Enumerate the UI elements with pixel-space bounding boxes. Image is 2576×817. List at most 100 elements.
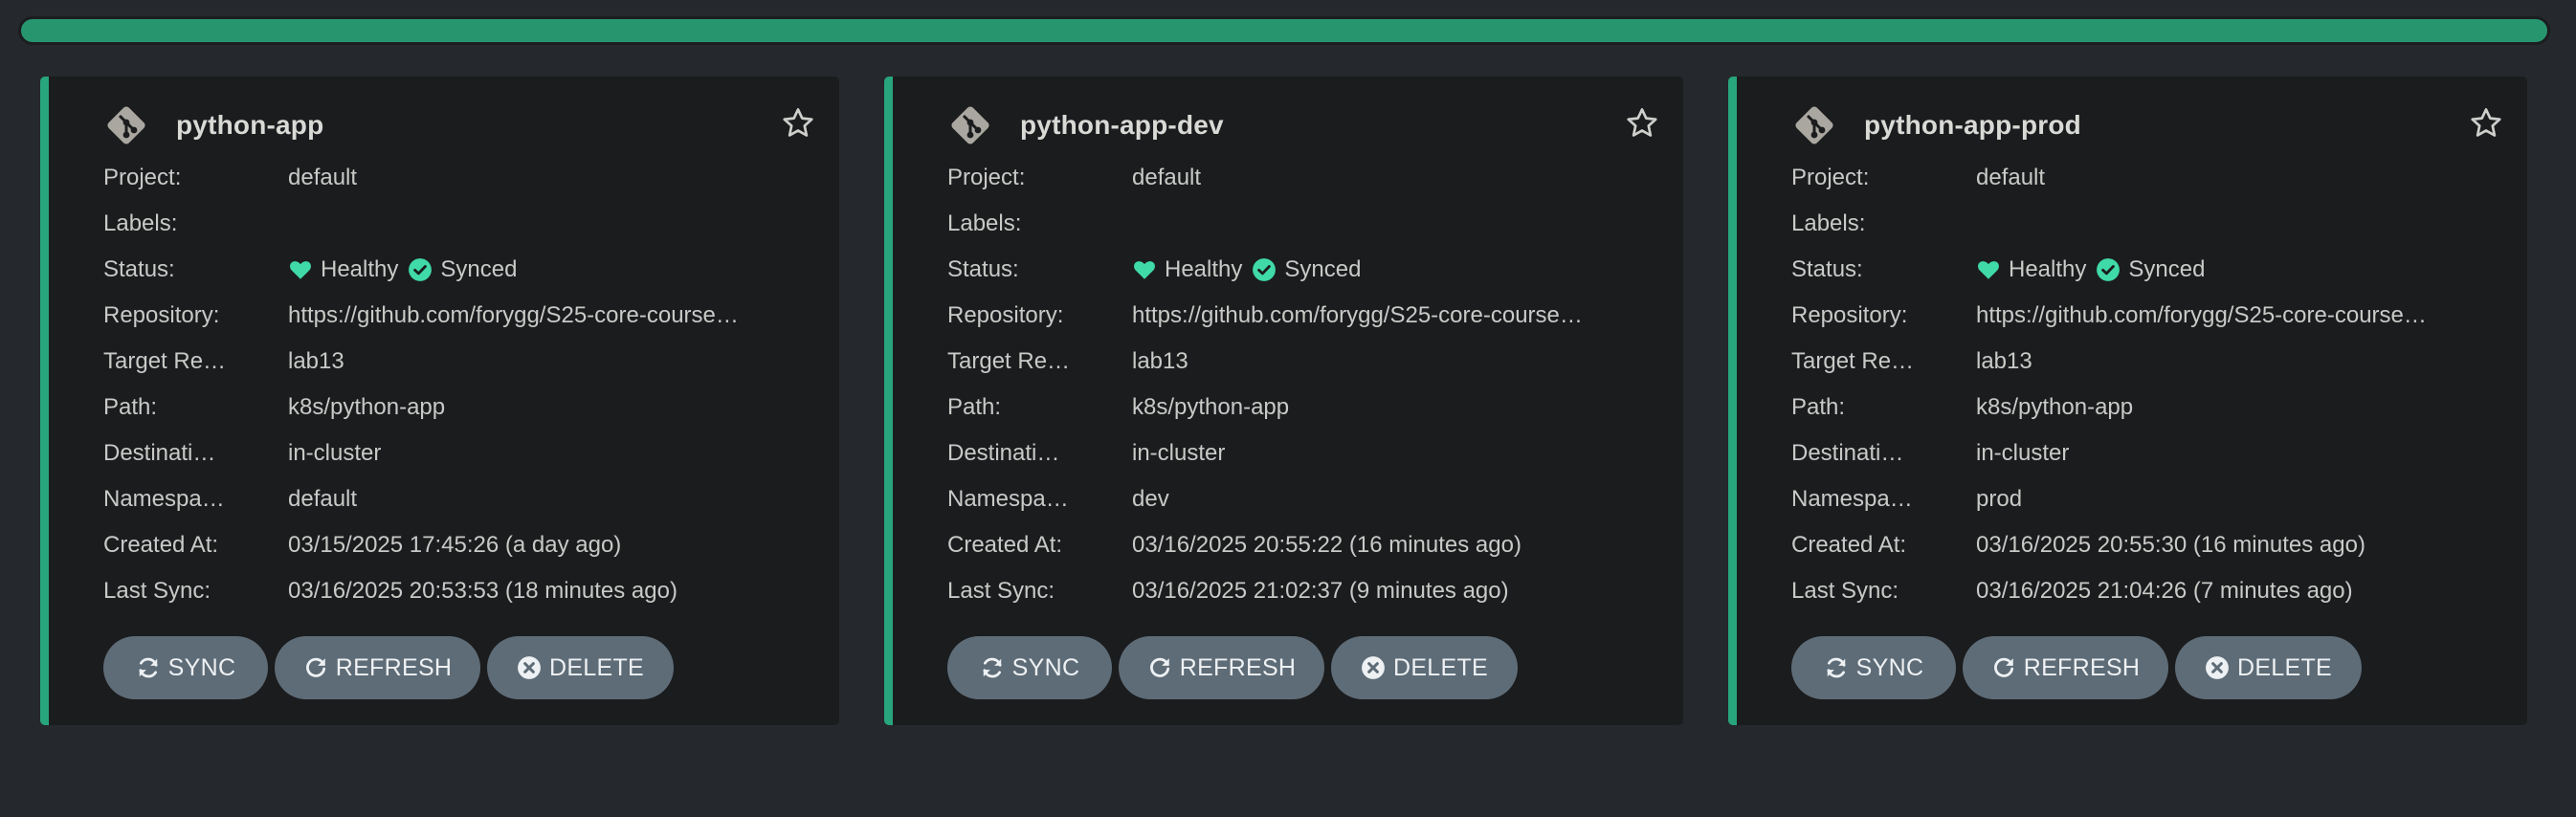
repository-row: Repository: https://github.com/forygg/S2… bbox=[1791, 293, 2499, 339]
app-details: Project: default Labels: Status: Healthy bbox=[1791, 155, 2499, 614]
path-row: Path: k8s/python-app bbox=[1791, 385, 2499, 431]
destination-value: in-cluster bbox=[1976, 440, 2070, 466]
app-name[interactable]: python-app bbox=[176, 110, 323, 141]
repository-link[interactable]: https://github.com/forygg/S25-core-cours… bbox=[1976, 302, 2499, 329]
sync-icon bbox=[1827, 657, 1846, 678]
field-label: Labels: bbox=[103, 210, 178, 236]
field-label: Project: bbox=[103, 165, 182, 190]
destination-row: Destinati… in-cluster bbox=[103, 431, 811, 476]
repository-link[interactable]: https://github.com/forygg/S25-core-cours… bbox=[288, 302, 811, 329]
created-at-row: Created At: 03/16/2025 20:55:22 (16 minu… bbox=[947, 522, 1655, 568]
destination-row: Destinati… in-cluster bbox=[947, 431, 1655, 476]
field-label: Namespa… bbox=[947, 486, 1069, 512]
last-sync-value: 03/16/2025 21:04:26 (7 minutes ago) bbox=[1976, 578, 2353, 604]
field-label: Destinati… bbox=[103, 440, 216, 466]
path-row: Path: k8s/python-app bbox=[947, 385, 1655, 431]
sync-button[interactable]: SYNC bbox=[947, 636, 1112, 699]
field-label: Namespa… bbox=[1791, 486, 1913, 512]
git-icon bbox=[107, 106, 145, 144]
app-name[interactable]: python-app-prod bbox=[1864, 110, 2081, 141]
delete-button[interactable]: DELETE bbox=[487, 636, 674, 699]
refresh-button[interactable]: REFRESH bbox=[1963, 636, 2168, 699]
star-icon[interactable] bbox=[2468, 105, 2504, 142]
field-label: Created At: bbox=[947, 532, 1063, 558]
sync-button[interactable]: SYNC bbox=[1791, 636, 1956, 699]
status-row: Status: Healthy Synced bbox=[103, 247, 811, 293]
sync-button[interactable]: SYNC bbox=[103, 636, 268, 699]
field-label: Path: bbox=[103, 394, 158, 420]
card-actions: SYNC REFRESH DELETE bbox=[103, 636, 674, 699]
project-row: Project: default bbox=[947, 155, 1655, 201]
labels-row: Labels: bbox=[103, 201, 811, 247]
status-value: Healthy Synced bbox=[1976, 256, 2499, 283]
target-revision-row: Target Re… lab13 bbox=[1791, 339, 2499, 385]
project-row: Project: default bbox=[103, 155, 811, 201]
heart-icon bbox=[1134, 261, 1155, 279]
repository-row: Repository: https://github.com/forygg/S2… bbox=[103, 293, 811, 339]
app-details: Project: default Labels: Status: Healthy bbox=[947, 155, 1655, 614]
check-circle-icon bbox=[2097, 258, 2121, 281]
namespace-value: default bbox=[288, 486, 358, 512]
card-header: python-app bbox=[102, 101, 323, 149]
last-sync-value: 03/16/2025 20:53:53 (18 minutes ago) bbox=[288, 578, 677, 604]
sync-status: Synced bbox=[440, 256, 518, 282]
created-at-value: 03/16/2025 20:55:30 (16 minutes ago) bbox=[1976, 532, 2365, 558]
field-label: Repository: bbox=[1791, 302, 1908, 328]
status-row: Status: Healthy Synced bbox=[1791, 247, 2499, 293]
created-at-value: 03/15/2025 17:45:26 (a day ago) bbox=[288, 532, 622, 558]
path-value: k8s/python-app bbox=[288, 394, 446, 420]
sync-label: SYNC bbox=[167, 653, 236, 681]
application-card[interactable]: python-app-dev Project: default Labels: … bbox=[884, 77, 1683, 725]
project-value: default bbox=[288, 165, 358, 190]
field-label: Path: bbox=[947, 394, 1002, 420]
field-label: Project: bbox=[1791, 165, 1870, 190]
refresh-label: REFRESH bbox=[1179, 653, 1297, 681]
refresh-button[interactable]: REFRESH bbox=[1119, 636, 1324, 699]
refresh-icon bbox=[1149, 657, 1169, 677]
delete-button[interactable]: DELETE bbox=[1331, 636, 1518, 699]
delete-button[interactable]: DELETE bbox=[2175, 636, 2362, 699]
refresh-label: REFRESH bbox=[335, 653, 453, 681]
namespace-row: Namespa… default bbox=[103, 476, 811, 522]
card-header: python-app-dev bbox=[946, 101, 1224, 149]
destination-value: in-cluster bbox=[1132, 440, 1226, 466]
field-label: Repository: bbox=[103, 302, 220, 328]
target-revision-value: lab13 bbox=[288, 348, 344, 374]
star-icon[interactable] bbox=[1624, 105, 1660, 142]
last-sync-row: Last Sync: 03/16/2025 20:53:53 (18 minut… bbox=[103, 568, 811, 614]
field-label: Status: bbox=[947, 256, 1019, 282]
refresh-button[interactable]: REFRESH bbox=[275, 636, 480, 699]
sync-status: Synced bbox=[2128, 256, 2206, 282]
card-actions: SYNC REFRESH DELETE bbox=[947, 636, 1518, 699]
app-details: Project: default Labels: Status: Healthy bbox=[103, 155, 811, 614]
field-label: Project: bbox=[947, 165, 1026, 190]
namespace-value: dev bbox=[1132, 486, 1169, 512]
created-at-row: Created At: 03/16/2025 20:55:30 (16 minu… bbox=[1791, 522, 2499, 568]
sync-icon bbox=[139, 657, 158, 678]
health-status: Healthy bbox=[1165, 256, 1243, 282]
sync-label: SYNC bbox=[1011, 653, 1080, 681]
delete-label: DELETE bbox=[1392, 653, 1489, 681]
sync-icon bbox=[983, 657, 1002, 678]
heart-icon bbox=[1978, 261, 1999, 279]
delete-label: DELETE bbox=[548, 653, 645, 681]
application-card[interactable]: python-app Project: default Labels: Stat… bbox=[40, 77, 839, 725]
health-status: Healthy bbox=[321, 256, 399, 282]
application-tiles: python-app Project: default Labels: Stat… bbox=[40, 77, 2528, 727]
project-row: Project: default bbox=[1791, 155, 2499, 201]
repository-link[interactable]: https://github.com/forygg/S25-core-cours… bbox=[1132, 302, 1655, 329]
app-name[interactable]: python-app-dev bbox=[1020, 110, 1224, 141]
times-circle-icon bbox=[2206, 656, 2229, 679]
field-label: Status: bbox=[103, 256, 175, 282]
star-icon[interactable] bbox=[780, 105, 816, 142]
field-label: Target Re… bbox=[1791, 348, 1915, 374]
git-icon bbox=[1795, 106, 1833, 144]
namespace-value: prod bbox=[1976, 486, 2023, 512]
field-label: Path: bbox=[1791, 394, 1846, 420]
status-value: Healthy Synced bbox=[288, 256, 811, 283]
application-card[interactable]: python-app-prod Project: default Labels:… bbox=[1728, 77, 2527, 725]
delete-label: DELETE bbox=[2236, 653, 2333, 681]
labels-row: Labels: bbox=[1791, 201, 2499, 247]
last-sync-row: Last Sync: 03/16/2025 21:02:37 (9 minute… bbox=[947, 568, 1655, 614]
project-value: default bbox=[1132, 165, 1202, 190]
